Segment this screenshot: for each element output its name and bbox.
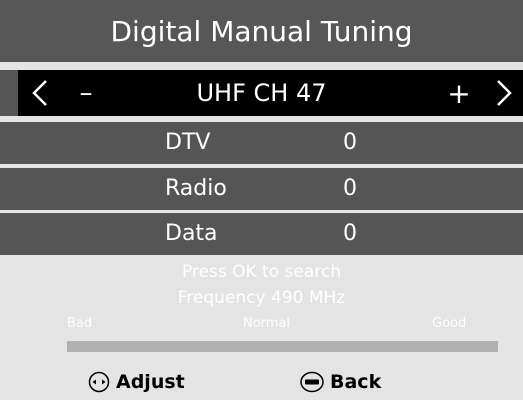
plus-label: + — [447, 76, 471, 110]
adjust-label: Adjust — [116, 371, 185, 393]
row-dtv: DTV 0 — [0, 122, 523, 164]
minus-label: – — [79, 78, 93, 108]
signal-good-label: Good — [432, 316, 467, 331]
menu-button-icon — [300, 371, 324, 393]
channel-selector[interactable]: – UHF CH 47 + — [0, 70, 523, 116]
row-value: 0 — [343, 221, 357, 246]
frequency-readout: Frequency 490 MHz — [177, 288, 346, 308]
chevron-left-icon — [32, 80, 47, 106]
row-radio: Radio 0 — [0, 168, 523, 210]
chevron-right-icon — [497, 80, 512, 106]
row-label: Radio — [165, 176, 227, 201]
row-value: 0 — [343, 176, 357, 201]
adjust-hint: Adjust — [88, 368, 185, 396]
channel-label: UHF CH 47 — [196, 79, 327, 107]
page-title-text: Digital Manual Tuning — [110, 14, 413, 48]
row-data: Data 0 — [0, 213, 523, 255]
row-label: DTV — [165, 130, 211, 155]
prev-channel-button[interactable] — [26, 70, 54, 116]
page-title: Digital Manual Tuning — [0, 0, 523, 62]
signal-normal-label: Normal — [243, 316, 291, 331]
next-channel-button[interactable] — [490, 70, 518, 116]
back-label: Back — [330, 371, 382, 393]
signal-bad-label: Bad — [67, 316, 93, 331]
row-label: Data — [165, 221, 218, 246]
channel-focus-accent — [0, 70, 18, 116]
channel-increment-button[interactable]: + — [444, 70, 474, 116]
search-prompt: Press OK to search — [181, 262, 342, 282]
row-value: 0 — [343, 130, 357, 155]
back-hint: Back — [300, 368, 381, 396]
signal-strength-bar — [67, 341, 498, 352]
left-right-dpad-icon — [88, 371, 110, 393]
channel-decrement-button[interactable]: – — [72, 70, 100, 116]
